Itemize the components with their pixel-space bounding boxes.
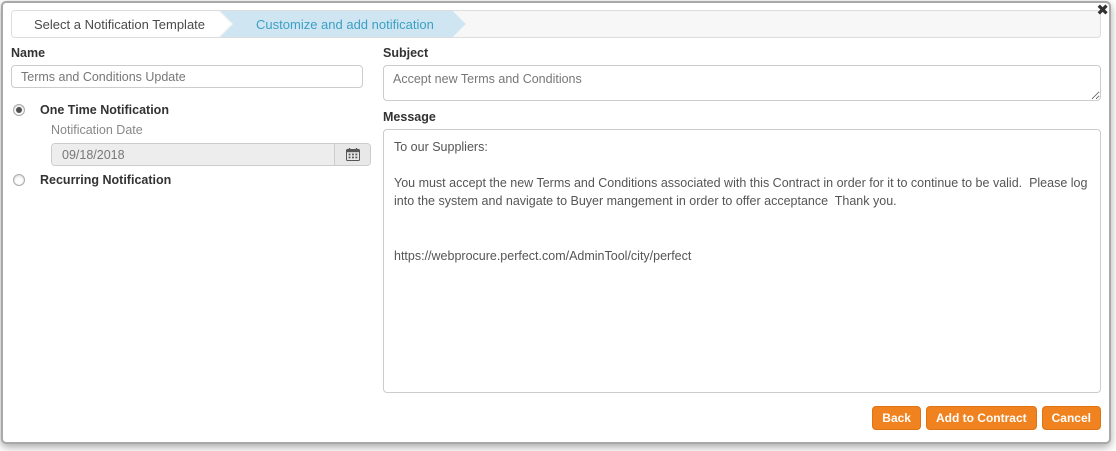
one-time-notification-label: One Time Notification — [40, 103, 169, 117]
notification-date-label: Notification Date — [51, 123, 143, 137]
calendar-button[interactable] — [334, 144, 370, 165]
recurring-notification-label: Recurring Notification — [40, 173, 172, 187]
dialog-content: Name One Time Notification Notification … — [3, 38, 1109, 393]
close-icon[interactable]: ✖ — [1094, 0, 1111, 20]
radio-selected-icon — [13, 104, 25, 116]
recurring-notification-radio[interactable]: Recurring Notification — [11, 173, 363, 187]
message-label: Message — [383, 109, 436, 124]
subject-label: Subject — [383, 46, 429, 60]
name-label: Name — [11, 46, 46, 60]
wizard-step-customize[interactable]: Customize and add notification — [220, 11, 466, 37]
message-textarea[interactable]: To our Suppliers: You must accept the ne… — [383, 128, 1101, 393]
left-column: Name One Time Notification Notification … — [11, 45, 371, 393]
right-column: Subject Accept new Terms and Conditions … — [383, 45, 1101, 393]
cancel-button[interactable]: Cancel — [1041, 406, 1101, 430]
wizard-step-label: Customize and add notification — [256, 16, 434, 32]
back-button[interactable]: Back — [872, 406, 921, 430]
wizard-step-select-template[interactable]: Select a Notification Template — [12, 11, 231, 37]
name-input[interactable] — [11, 65, 363, 88]
customize-notification-dialog: ✖ Select a Notification Template Customi… — [1, 1, 1111, 444]
add-to-contract-button[interactable]: Add to Contract — [925, 406, 1037, 430]
notification-date-group — [51, 143, 371, 166]
radio-unselected-icon — [13, 174, 25, 186]
wizard-steps-bar: Select a Notification Template Customize… — [11, 10, 1101, 38]
one-time-notification-radio[interactable]: One Time Notification — [11, 103, 363, 117]
wizard-step-label: Select a Notification Template — [34, 16, 206, 32]
subject-textarea[interactable]: Accept new Terms and Conditions — [383, 65, 1101, 101]
notification-date-section: Notification Date — [51, 123, 371, 166]
notification-date-input — [52, 144, 334, 165]
dialog-footer: Back Add to Contract Cancel — [3, 406, 1109, 430]
calendar-icon — [345, 148, 360, 161]
